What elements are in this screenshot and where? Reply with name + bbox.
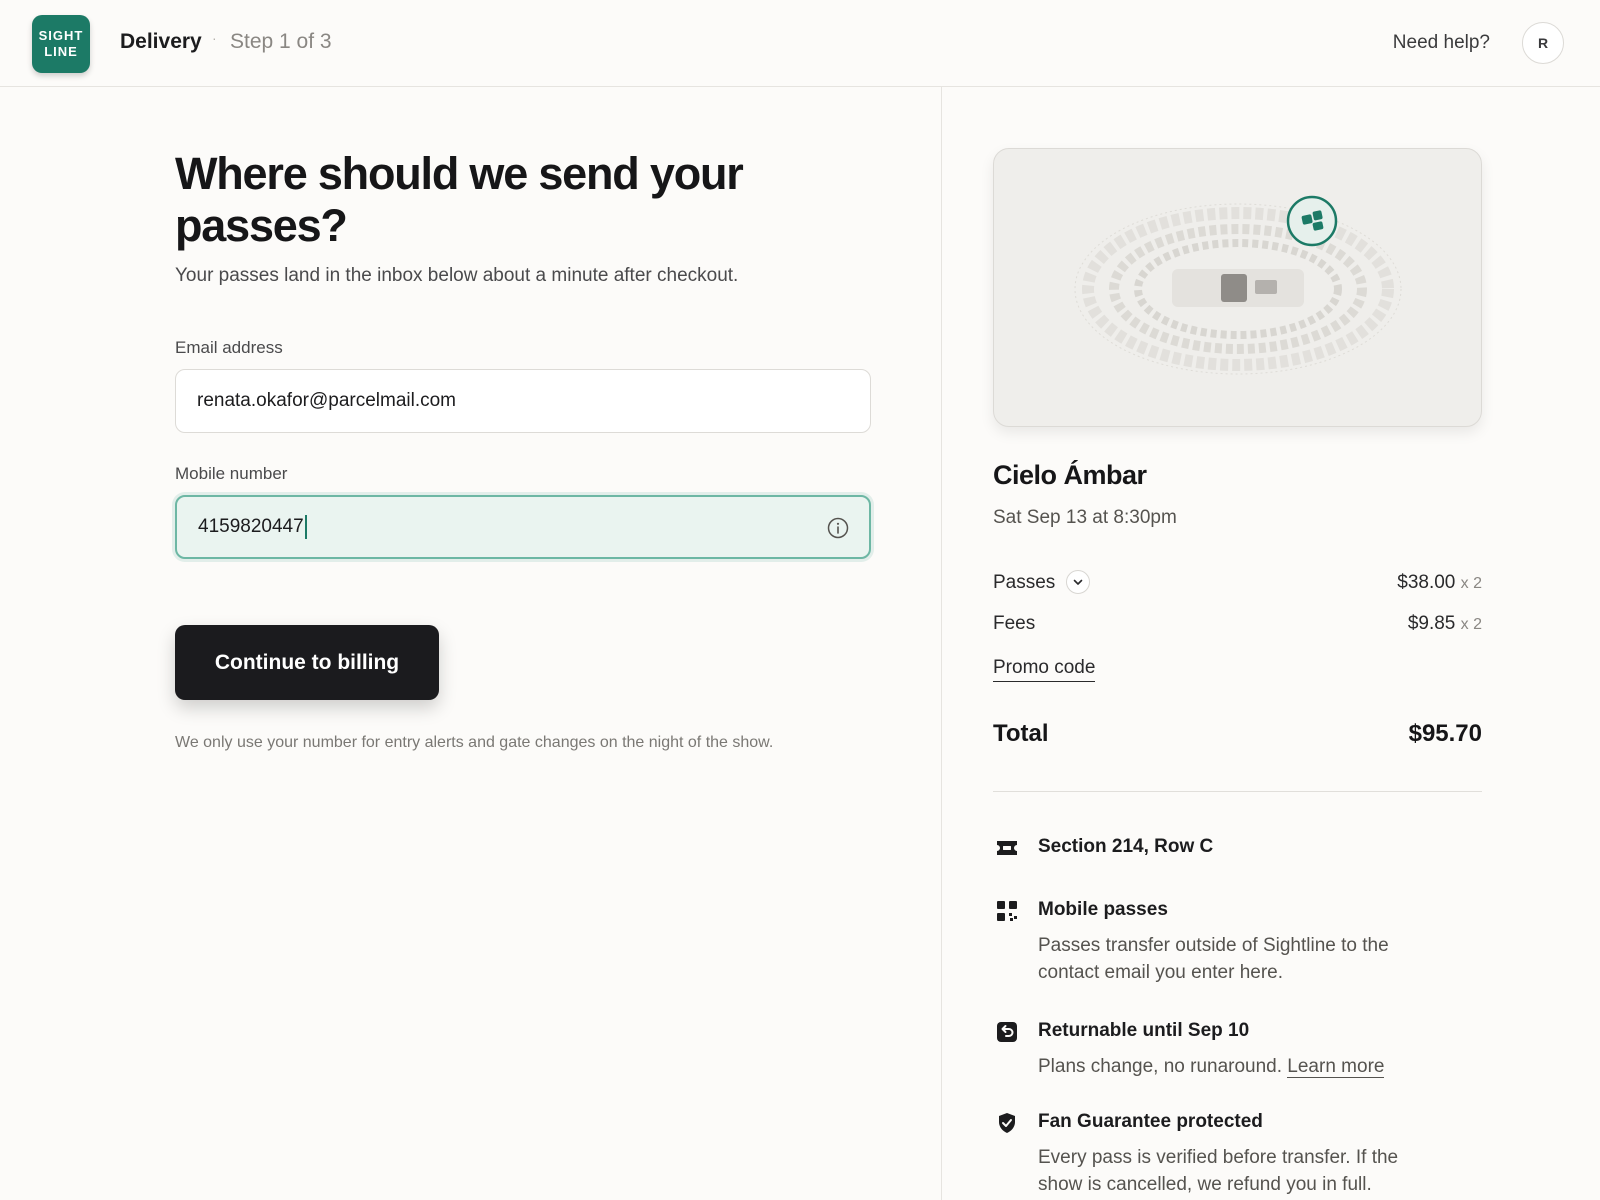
fees-price-value: $9.85 [1407, 613, 1456, 634]
email-value: renata.okafor@parcelmail.com [197, 390, 457, 411]
total-label: Total [993, 720, 1049, 747]
returnable-title: Returnable until Sep 10 [1038, 1020, 1250, 1041]
summary-divider [993, 791, 1482, 792]
seat-location: Section 214, Row C [1038, 836, 1214, 857]
step-indicator: Step 1 of 3 [230, 30, 332, 53]
need-help-link[interactable]: Need help? [1393, 32, 1490, 54]
fees-label: Fees [993, 613, 1036, 634]
mobile-label: Mobile number [175, 464, 288, 483]
user-avatar[interactable]: R [1522, 22, 1564, 64]
fees-quantity: x 2 [1460, 616, 1482, 633]
venue-map [993, 148, 1482, 427]
ticket-icon [997, 841, 1017, 855]
passes-price: $38.00 x 2 [1397, 572, 1482, 594]
mobile-usage-note: We only use your number for entry alerts… [175, 734, 774, 751]
shield-check-icon [999, 1113, 1015, 1133]
total-value: $95.70 [1408, 720, 1482, 747]
text-caret [304, 515, 307, 539]
top-bar: SIGHT LINE Delivery · Step 1 of 3 Need h… [0, 0, 1600, 87]
mobile-number-field[interactable]: 4159820447 [175, 495, 871, 559]
chevron-down-icon [1073, 579, 1083, 585]
logo-line-1: SIGHT [38, 28, 84, 43]
passes-expand-button[interactable] [1066, 570, 1090, 594]
email-label: Email address [175, 338, 283, 357]
return-arrow-icon [997, 1022, 1017, 1042]
mobile-passes-desc: Passes transfer outside of Sightline to … [1038, 935, 1389, 983]
returnable-text: Plans change, no runaround. [1038, 1056, 1283, 1077]
fees-price: $9.85 x 2 [1408, 613, 1482, 635]
form-subtitle: Your passes land in the inbox below abou… [175, 265, 739, 286]
learn-more-link[interactable]: Learn more [1287, 1056, 1385, 1078]
continue-to-billing-button[interactable]: Continue to billing [175, 625, 439, 700]
seating-chart-graphic [1074, 195, 1402, 375]
qr-code-icon [997, 901, 1017, 921]
returnable-desc: Plans change, no runaround. Learn more [1038, 1053, 1438, 1080]
passes-quantity: x 2 [1460, 575, 1482, 592]
form-heading: Where should we send your passes? [175, 148, 744, 251]
fan-guarantee-desc: Every pass is verified before transfer. … [1038, 1147, 1399, 1195]
passes-price-value: $38.00 [1397, 572, 1456, 593]
event-name: Cielo Ámbar [993, 460, 1147, 490]
promo-code-link[interactable]: Promo code [993, 657, 1096, 682]
passes-label: Passes [993, 572, 1056, 593]
header-separator: · [212, 30, 217, 46]
page-title-header: Delivery [120, 30, 202, 53]
fan-guarantee-title: Fan Guarantee protected [1038, 1111, 1263, 1132]
info-icon[interactable] [827, 517, 849, 539]
column-divider [941, 87, 942, 1200]
email-field[interactable]: renata.okafor@parcelmail.com [175, 369, 871, 433]
event-date: Sat Sep 13 at 8:30pm [993, 507, 1177, 528]
logo-line-2: LINE [44, 44, 78, 59]
mobile-value: 4159820447 [198, 516, 304, 537]
sightline-logo[interactable]: SIGHT LINE [32, 15, 90, 73]
mobile-passes-title: Mobile passes [1038, 899, 1168, 920]
